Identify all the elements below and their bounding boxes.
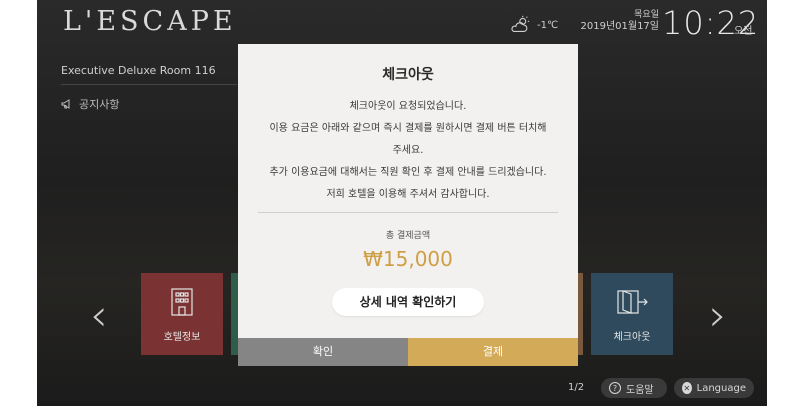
checkout-door-icon xyxy=(617,290,648,314)
page-indicator: 1/2 xyxy=(568,382,585,393)
partly-cloudy-icon xyxy=(511,15,530,32)
total-amount: ₩15,000 xyxy=(363,247,453,271)
total-label: 총 결제금액 xyxy=(385,231,431,241)
close-icon: ✕ xyxy=(682,382,692,394)
help-button[interactable]: ? 도움말 xyxy=(601,378,667,398)
modal-line-3: 주세요. xyxy=(392,145,424,156)
question-icon: ? xyxy=(609,382,621,394)
modal-line-5: 저희 호텔을 이용해 주셔서 감사합니다. xyxy=(326,189,490,200)
prev-arrow-icon[interactable]: ‹ xyxy=(90,290,108,341)
clock-ampm: 오전 xyxy=(734,26,753,37)
tv-screen: L'ESCAPE -1℃ 목요일 2019년01월17일 10:22 오전 Ex… xyxy=(37,0,767,406)
pay-button[interactable]: 결제 xyxy=(408,338,578,366)
sidebar-divider xyxy=(61,84,237,85)
language-button[interactable]: ✕ Language xyxy=(674,378,754,398)
weather-widget: -1℃ xyxy=(509,14,558,36)
tile-checkout-label: 체크아웃 xyxy=(613,332,651,343)
modal-line-2: 이용 요금은 아래와 같으며 즉시 결제를 원하시면 결제 버튼 터치해 xyxy=(269,123,547,134)
modal-line-4: 추가 이용요금에 대해서는 직원 확인 후 결제 안내를 드리겠습니다. xyxy=(269,167,547,178)
tile-checkout[interactable]: 체크아웃 xyxy=(591,273,673,355)
date: 2019년01월17일 xyxy=(580,21,660,32)
modal-title: 체크아웃 xyxy=(382,67,434,83)
temperature: -1℃ xyxy=(537,19,559,31)
view-details-button[interactable]: 상세 내역 확인하기 xyxy=(332,288,484,316)
date-block: 목요일 2019년01월17일 xyxy=(575,10,660,33)
help-label: 도움말 xyxy=(626,384,654,396)
tile-hotel-label: 호텔정보 xyxy=(163,332,201,343)
language-label: Language xyxy=(696,382,746,394)
notice-label: 공지사항 xyxy=(79,98,120,111)
screen: L'ESCAPE -1℃ 목요일 2019년01월17일 10:22 오전 Ex… xyxy=(0,0,796,406)
modal-message: 체크아웃이 요청되었습니다. 이용 요금은 아래와 같으며 즉시 결제를 원하시… xyxy=(238,96,578,206)
hotel-building-icon xyxy=(171,288,193,316)
confirm-button[interactable]: 확인 xyxy=(238,338,408,366)
hotel-logo: L'ESCAPE xyxy=(63,6,237,37)
checkout-modal: 체크아웃 체크아웃이 요청되었습니다. 이용 요금은 아래와 같으며 즉시 결제… xyxy=(238,44,578,366)
megaphone-icon xyxy=(61,99,70,109)
weekday: 목요일 xyxy=(634,10,659,20)
room-name: Executive Deluxe Room 116 xyxy=(61,64,216,77)
modal-divider xyxy=(258,212,558,213)
modal-line-1: 체크아웃이 요청되었습니다. xyxy=(349,101,467,112)
notice-link[interactable]: 공지사항 xyxy=(61,96,119,112)
next-arrow-icon[interactable]: › xyxy=(709,290,727,341)
tile-hotel-info[interactable]: 호텔정보 xyxy=(141,273,223,355)
